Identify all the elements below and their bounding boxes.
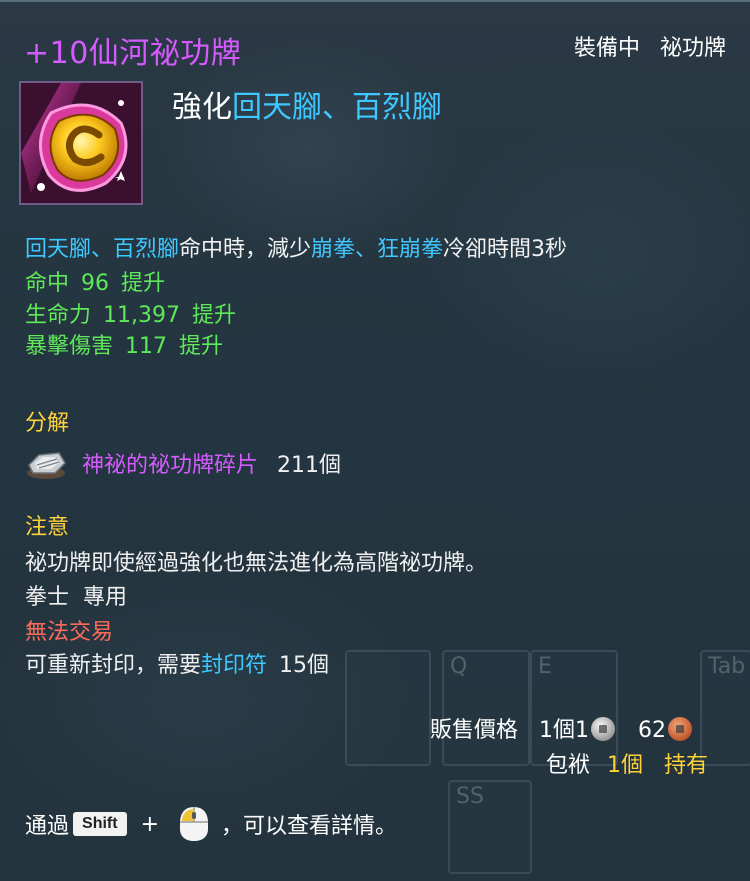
untradeable-label: 無法交易 <box>25 620 114 645</box>
enhance-prefix: 強化 <box>172 90 232 125</box>
effect-line: 回天腳、百烈腳命中時，減少崩拳、狂崩拳冷卻時間3秒 <box>25 231 567 263</box>
talisman-icon <box>21 83 141 203</box>
notice-text: 祕功牌即使經過強化也無法進化為高階祕功牌。 <box>25 551 488 576</box>
hint-suffix: ，可以查看詳情。 <box>221 814 398 839</box>
stat-name: 生命力 <box>25 303 92 328</box>
material-count: 211個 <box>277 453 342 478</box>
stat-row: 命中 96 提升 <box>25 265 165 297</box>
reseal-count: 15個 <box>279 653 330 678</box>
inventory-count: 包袱 1個 持有 <box>546 747 708 779</box>
fragment-material-icon <box>27 452 66 479</box>
bronze-coin-icon <box>668 717 692 741</box>
enhance-line: 強化回天腳、百烈腳 <box>172 82 442 126</box>
inventory-owned-label: 持有 <box>663 753 708 778</box>
item-type-label: 祕功牌 <box>659 36 726 61</box>
hint-prefix: 通過 <box>25 814 70 839</box>
stat-value: 117 <box>125 334 168 359</box>
stat-row: 生命力 11,397 提升 <box>25 297 236 329</box>
inventory-count-value: 1個 <box>606 753 643 778</box>
item-icon[interactable] <box>19 81 143 205</box>
hint-plus: + <box>140 811 159 837</box>
reseal-prefix: 可重新封印，需要 <box>25 653 202 678</box>
sell-price-unit: 1個1 <box>539 718 589 743</box>
effect-mid-text: 命中時，減少 <box>179 237 312 262</box>
item-tooltip: +10仙河祕功牌 裝備中 祕功牌 強化回天腳、百烈腳 回天腳、百烈腳命中時，減少… <box>0 0 750 881</box>
class-restriction: 拳士 專用 <box>25 585 127 610</box>
sell-price-bronze: 62 <box>638 718 666 743</box>
effect-target-skills: 崩拳、狂崩拳 <box>311 237 444 262</box>
stat-suffix: 提升 <box>121 271 166 296</box>
stat-value: 96 <box>81 271 110 296</box>
stat-name: 暴擊傷害 <box>25 334 114 359</box>
shift-key-badge: Shift <box>73 812 127 836</box>
stat-row: 暴擊傷害 117 提升 <box>25 328 223 360</box>
stat-name: 命中 <box>25 271 70 296</box>
material-name: 神祕的祕功牌碎片 <box>82 453 259 478</box>
detail-hint: 通過 Shift + ，可以查看詳情。 <box>25 805 397 843</box>
inventory-label: 包袱 <box>545 753 590 778</box>
disassemble-material: 神祕的祕功牌碎片 211個 <box>82 447 341 479</box>
sell-price: 販售價格 1個1 62 <box>430 712 692 744</box>
disassemble-header: 分解 <box>25 411 70 436</box>
enhance-skills: 回天腳、百烈腳 <box>232 90 442 125</box>
equipped-label: 裝備中 <box>573 36 640 61</box>
equip-status: 裝備中 祕功牌 <box>574 30 726 62</box>
stat-value: 11,397 <box>103 303 180 328</box>
silver-coin-icon <box>591 717 615 741</box>
mouse-icon <box>180 807 208 841</box>
effect-end-text: 冷卻時間3秒 <box>443 237 568 262</box>
notice-header: 注意 <box>25 515 70 540</box>
reseal-item: 封印符 <box>201 653 268 678</box>
stat-suffix: 提升 <box>192 303 237 328</box>
effect-trigger-skills: 回天腳、百烈腳 <box>25 237 180 262</box>
stat-suffix: 提升 <box>179 334 224 359</box>
reseal-line: 可重新封印，需要封印符 15個 <box>25 647 329 679</box>
sell-price-label: 販售價格 <box>429 718 518 743</box>
item-name: +10仙河祕功牌 <box>24 36 242 71</box>
